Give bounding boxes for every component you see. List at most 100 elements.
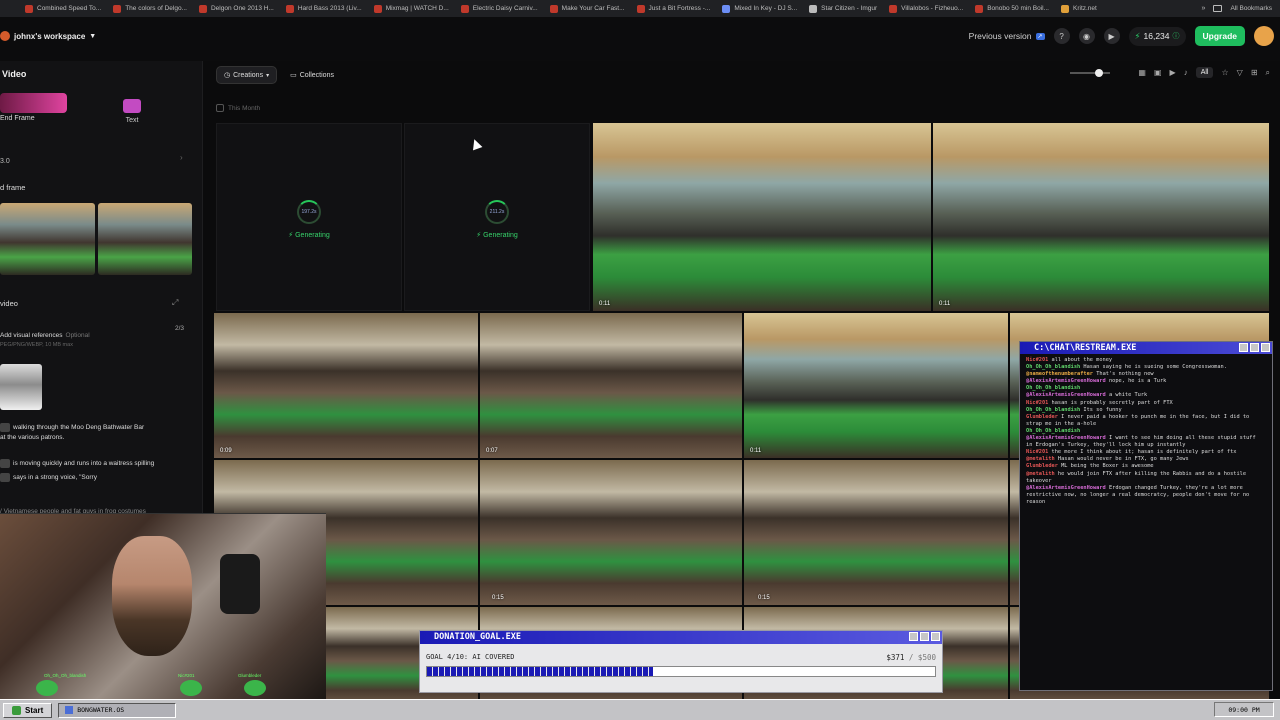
optional-tag: Optional xyxy=(65,332,90,339)
frame-thumbnails xyxy=(0,203,192,275)
bookmark-favicon-icon xyxy=(460,4,469,13)
visual-references-title: Add visual references xyxy=(0,332,63,339)
bookmark-item[interactable]: Bonobo 50 min Boil... xyxy=(970,0,1054,17)
bookmark-favicon-icon xyxy=(25,4,33,13)
start-frame-thumb[interactable] xyxy=(0,203,95,275)
bookmarks-overflow-icon[interactable]: » xyxy=(1202,5,1206,12)
bookmark-label: Star Citizen - Imgur xyxy=(821,5,878,12)
bookmarks-bar: Combined Speed To... The colors of Delgo.… xyxy=(0,0,1280,17)
expand-icon[interactable]: ⤢ xyxy=(172,298,178,308)
bookmark-item[interactable]: Just a Bit Fortress -... xyxy=(632,0,716,17)
star-icon[interactable]: ☆ xyxy=(1221,68,1228,77)
chevron-right-icon[interactable]: › xyxy=(180,153,183,162)
filter-icon[interactable]: ▽ xyxy=(1237,68,1243,77)
prompt-line[interactable]: says in a strong voice, "Sorry xyxy=(0,473,97,483)
frog-avatar xyxy=(180,680,202,696)
prompt-line[interactable]: is moving quickly and runs into a waitre… xyxy=(0,459,154,469)
profile-avatar[interactable] xyxy=(1254,26,1274,46)
model-version[interactable]: 3.0 xyxy=(0,158,10,165)
video-duration: 0:07 xyxy=(486,448,498,454)
bookmark-item[interactable]: Mixed In Key - DJ S... xyxy=(717,0,802,17)
chat-message: Oh_Oh_Oh_blandish Hasan saying he is sue… xyxy=(1026,364,1260,371)
grid-view-icon[interactable]: ⊞ xyxy=(1251,68,1258,77)
viewer-label: Oh_Oh_Oh_blandish xyxy=(44,673,87,678)
video-tile[interactable]: 0:15 xyxy=(743,459,1009,606)
end-frame-preview[interactable] xyxy=(97,203,192,275)
donation-progress-fill xyxy=(427,667,654,676)
bookmark-favicon-icon xyxy=(285,4,294,13)
bookmark-item[interactable]: Kritz.net xyxy=(1056,0,1102,17)
discord-icon[interactable]: ◉ xyxy=(1078,28,1095,44)
video-tile[interactable]: 0:09 xyxy=(213,312,479,459)
help-icon[interactable]: ? xyxy=(1053,28,1070,44)
frog-avatar xyxy=(36,680,58,696)
prompt-line[interactable]: at the various patrons. xyxy=(0,433,64,443)
bookmark-item[interactable]: Combined Speed To... xyxy=(20,0,106,17)
ref-chip-icon xyxy=(0,473,10,482)
generating-card[interactable]: 197.2s ⚡ Generating xyxy=(216,123,402,311)
chat-message: Nic#201 hasan is probably secretly part … xyxy=(1026,400,1260,407)
minimize-icon xyxy=(1239,343,1248,352)
bookmark-item[interactable]: Hard Bass 2013 (Liv... xyxy=(281,0,367,17)
filter-collections[interactable]: ▭ Collections xyxy=(283,67,341,83)
image-icon[interactable]: ▣ xyxy=(1154,68,1162,77)
workspace-switcher[interactable]: johnx's workspace ▼ xyxy=(0,31,96,41)
youtube-icon[interactable]: ▶ xyxy=(1103,28,1120,44)
tab-end-frame[interactable]: End Frame xyxy=(0,93,67,133)
zoom-slider[interactable] xyxy=(1070,68,1111,77)
video-tile[interactable]: 0:11 xyxy=(932,122,1270,312)
chat-username: Nic#201 xyxy=(1026,357,1049,363)
video-tile[interactable]: 0:15 xyxy=(479,459,743,606)
generating-status: ⚡ Generating xyxy=(288,232,330,239)
bookmark-item[interactable]: The colors of Delgo... xyxy=(108,0,192,17)
filter-creations[interactable]: ◷ Creations ▾ xyxy=(216,66,278,84)
generating-card[interactable]: 211.2s ⚡ Generating xyxy=(404,123,590,311)
upgrade-button[interactable]: Upgrade xyxy=(1194,26,1245,46)
formats-hint: PEG/PNG/WEBP, 10 MB max xyxy=(0,342,73,348)
credits-balance[interactable]: ⚡ 16,234 ⓘ xyxy=(1128,26,1186,46)
bookmark-label: Combined Speed To... xyxy=(37,5,102,12)
chat-username: Glumbleder xyxy=(1026,463,1058,470)
prompt-text: is moving quickly and runs into a waitre… xyxy=(13,460,155,468)
prompt-line[interactable]: walking through the Moo Deng Bathwater B… xyxy=(0,423,144,433)
chat-text: nope, he is a Turk xyxy=(1108,378,1167,385)
chat-text: I never paid a hooker to punch me in the… xyxy=(1026,413,1250,427)
bookmark-item[interactable]: Star Citizen - Imgur xyxy=(804,0,882,17)
clock-icon: ◷ xyxy=(224,72,231,79)
text-mode-icon xyxy=(123,99,141,113)
previous-version-button[interactable]: Previous version ↗ xyxy=(969,31,1045,41)
search-icon[interactable]: ⌕ xyxy=(1266,68,1270,78)
reference-image[interactable] xyxy=(0,364,42,410)
zoom-knob[interactable] xyxy=(1095,68,1104,77)
chevron-down-icon: ▾ xyxy=(266,72,270,79)
video-duration: 0:09 xyxy=(220,448,232,454)
bookmark-item[interactable]: Make Your Car Fast... xyxy=(545,0,630,17)
video-tile[interactable]: 0:11 xyxy=(592,122,932,312)
all-bookmarks-label[interactable]: All Bookmarks xyxy=(1230,5,1272,12)
video-tile[interactable]: 0:11 xyxy=(743,312,1009,459)
tab-text[interactable]: Text xyxy=(112,99,152,124)
chat-username: @metalith xyxy=(1026,456,1055,463)
generating-label: Generating xyxy=(295,232,330,239)
select-month-checkbox[interactable] xyxy=(216,104,224,112)
bookmark-item[interactable]: Electric Daisy Carniv... xyxy=(456,0,543,17)
this-month-group[interactable]: This Month xyxy=(216,104,260,112)
grid-small-icon[interactable]: ▦ xyxy=(1138,68,1146,77)
filter-all[interactable]: All xyxy=(1195,67,1214,78)
bookmark-item[interactable]: Villalobos - Fizheuo... xyxy=(884,0,968,17)
all-bookmarks[interactable]: » All Bookmarks xyxy=(1202,0,1272,17)
chat-text: Hasan would never be in FTX, go many Jew… xyxy=(1057,456,1189,463)
bookmark-item[interactable]: Delgon One 2013 H... xyxy=(194,0,279,17)
audio-icon[interactable]: ♪ xyxy=(1184,68,1188,77)
text-tab-label: Text xyxy=(125,117,139,124)
viewer-label: Nic#201 xyxy=(178,673,195,678)
chat-text: Hasan saying he is sueing some Congressw… xyxy=(1083,364,1227,371)
folder-icon: ▭ xyxy=(290,72,297,79)
chat-title-text: C:\CHAT\RESTREAM.EXE xyxy=(1034,343,1137,353)
video-icon[interactable]: ▶ xyxy=(1170,68,1176,77)
video-tile[interactable]: 0:07 xyxy=(479,312,743,459)
prompt-text: at the various patrons. xyxy=(0,434,65,441)
chat-username: @AlexisArtemisGreenHoward xyxy=(1026,392,1106,399)
chat-messages: Nic#201 all about the money Oh_Oh_Oh_blan… xyxy=(1020,354,1272,506)
bookmark-item[interactable]: Mixmag | WATCH D... xyxy=(369,0,454,17)
